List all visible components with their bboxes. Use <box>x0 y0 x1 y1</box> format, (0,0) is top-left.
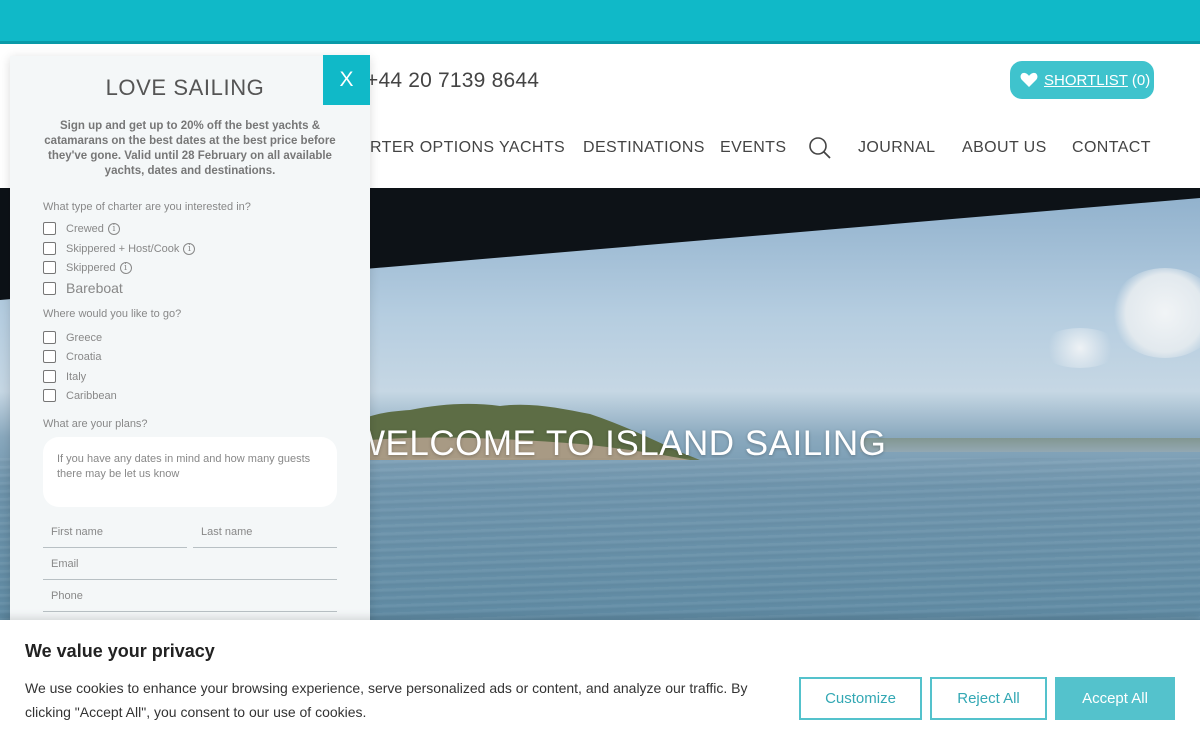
phone-number[interactable]: +44 20 7139 8644 <box>366 69 539 93</box>
option-bareboat[interactable]: Bareboat <box>43 280 123 296</box>
checkbox[interactable] <box>43 370 56 383</box>
option-label: Skippered <box>66 261 116 274</box>
info-icon[interactable]: i <box>119 261 132 274</box>
option-skippered[interactable]: Skippered i <box>43 261 132 274</box>
nav-about-us[interactable]: ABOUT US <box>962 139 1047 157</box>
option-italy[interactable]: Italy <box>43 370 86 383</box>
shortlist-count: (0) <box>1131 71 1151 89</box>
top-bar <box>0 0 1200 44</box>
email-field[interactable]: Email <box>43 554 337 580</box>
popup-subtitle: Sign up and get up to 20% off the best y… <box>44 120 336 177</box>
option-caribbean[interactable]: Caribbean <box>43 389 117 402</box>
charter-question: What type of charter are you interested … <box>43 201 251 213</box>
cookie-banner: We value your privacy We use cookies to … <box>0 620 1200 740</box>
option-label: Croatia <box>66 350 102 363</box>
nav-events[interactable]: EVENTS <box>720 139 786 157</box>
option-label: Skippered + Host/Cook <box>66 242 180 255</box>
nav-journal[interactable]: JOURNAL <box>858 139 935 157</box>
checkbox[interactable] <box>43 261 56 274</box>
heart-icon <box>1020 72 1038 88</box>
popup-title: LOVE SAILING <box>105 75 265 100</box>
option-croatia[interactable]: Croatia <box>43 350 101 363</box>
option-label: Greece <box>66 331 103 344</box>
phone-field[interactable]: Phone <box>43 586 337 612</box>
nav-contact[interactable]: CONTACT <box>1072 139 1151 157</box>
option-label: Bareboat <box>66 280 123 296</box>
search-icon[interactable] <box>808 136 832 160</box>
nav-yachts[interactable]: YACHTS <box>499 139 565 157</box>
checkbox[interactable] <box>43 281 56 295</box>
checkbox[interactable] <box>43 242 56 255</box>
destination-question: Where would you like to go? <box>43 308 182 320</box>
info-icon[interactable]: i <box>107 222 120 235</box>
option-greece[interactable]: Greece <box>43 331 102 344</box>
option-skippered-host-cook[interactable]: Skippered + Host/Cook i <box>43 242 196 255</box>
plans-question: What are your plans? <box>43 418 148 430</box>
customize-button[interactable]: Customize <box>799 677 922 720</box>
cloud <box>1040 328 1120 368</box>
close-popup-button[interactable]: X <box>323 55 370 105</box>
first-name-field[interactable]: First name <box>43 522 187 548</box>
option-crewed[interactable]: Crewed i <box>43 222 120 235</box>
info-icon[interactable]: i <box>183 242 196 255</box>
nav-destinations[interactable]: DESTINATIONS <box>583 139 705 157</box>
accept-all-button[interactable]: Accept All <box>1055 677 1175 720</box>
shortlist-label: SHORTLIST <box>1044 71 1128 89</box>
option-label: Italy <box>66 370 87 383</box>
cookie-title: We value your privacy <box>25 641 215 661</box>
option-label: Caribbean <box>66 389 117 402</box>
signup-popup: LOVE SAILING Sign up and get up to 20% o… <box>10 56 370 636</box>
checkbox[interactable] <box>43 222 56 235</box>
checkbox[interactable] <box>43 389 56 402</box>
plans-textarea[interactable]: If you have any dates in mind and how ma… <box>43 437 337 507</box>
cookie-text: We use cookies to enhance your browsing … <box>25 680 748 720</box>
hero-title: WELCOME TO ISLAND SAILING <box>352 424 887 463</box>
option-label: Crewed <box>66 222 104 235</box>
shortlist-button[interactable]: SHORTLIST (0) <box>1010 61 1154 99</box>
distant-shore <box>860 438 1200 452</box>
checkbox[interactable] <box>43 331 56 344</box>
last-name-field[interactable]: Last name <box>193 522 337 548</box>
checkbox[interactable] <box>43 350 56 363</box>
reject-all-button[interactable]: Reject All <box>930 677 1047 720</box>
